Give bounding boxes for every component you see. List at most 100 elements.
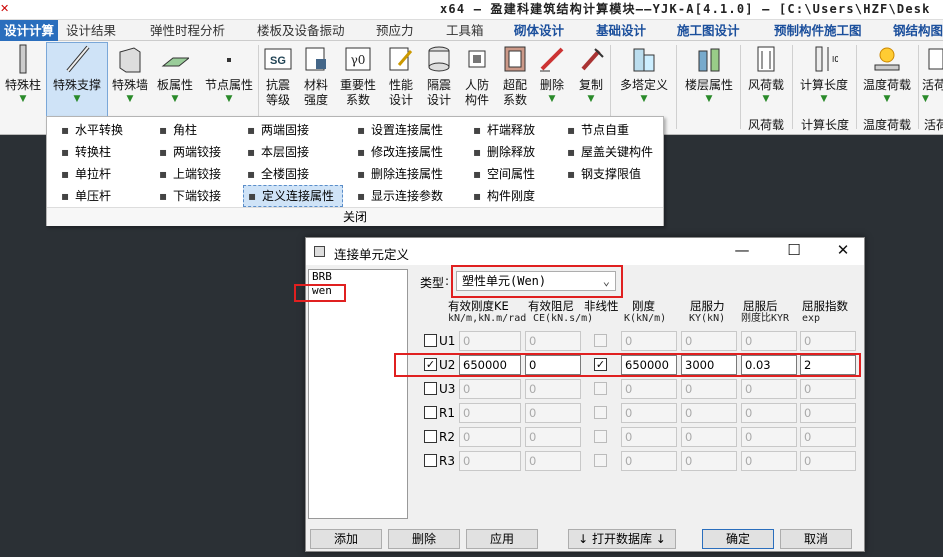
dof-value-field[interactable]: 0: [459, 379, 521, 399]
dof-value-field[interactable]: 0: [621, 331, 677, 351]
menu-steel-drawing[interactable]: 钢结构图: [893, 20, 943, 41]
menu-item-all-fixed[interactable]: ▪ 全楼固接: [243, 163, 343, 185]
menu-item-spatial[interactable]: ▪ 空间属性: [469, 163, 543, 185]
delete-link-button[interactable]: 删除: [388, 529, 460, 549]
menu-construction-drawing[interactable]: 施工图设计: [677, 20, 740, 41]
menu-item-both-fixed[interactable]: ▪ 两端固接: [243, 119, 343, 141]
nonlinear-checkbox[interactable]: [594, 382, 607, 395]
dof-value-field[interactable]: 0: [681, 403, 737, 423]
menu-prestress[interactable]: 预应力: [376, 20, 414, 41]
dof-value-field[interactable]: 0: [459, 331, 521, 351]
isolation-design-button[interactable]: 隔震 设计: [422, 43, 456, 108]
dof-value-field[interactable]: 0: [459, 403, 521, 423]
menu-design-calc[interactable]: 设计计算: [0, 20, 59, 41]
dof-checkbox[interactable]: [424, 454, 437, 467]
menu-item-tension-only[interactable]: ▪ 单拉杆: [57, 163, 131, 185]
seismic-grade-button[interactable]: SG 抗震 等级: [262, 43, 294, 108]
dof-value-field[interactable]: 0: [741, 331, 797, 351]
menu-foundation[interactable]: 基础设计: [596, 20, 646, 41]
dof-value-field[interactable]: 0: [621, 427, 677, 447]
dof-value-field[interactable]: 0: [741, 451, 797, 471]
special-brace-button[interactable]: 特殊支撑 ▼: [46, 42, 108, 117]
material-strength-button[interactable]: 材料 强度: [300, 43, 332, 108]
nonlinear-checkbox[interactable]: [594, 406, 607, 419]
nonlinear-checkbox[interactable]: [594, 454, 607, 467]
special-wall-button[interactable]: 特殊墙 ▼: [110, 43, 150, 105]
menu-item-top-hinged[interactable]: ▪ 上端铰接: [155, 163, 229, 185]
dof-value-field[interactable]: 0: [681, 427, 737, 447]
dof-checkbox[interactable]: [424, 334, 437, 347]
menu-item-node-weight[interactable]: ▪ 节点自重: [563, 119, 661, 141]
dof-value-field[interactable]: 0: [525, 403, 581, 423]
apply-button[interactable]: 应用: [466, 529, 538, 549]
dof-checkbox[interactable]: [424, 406, 437, 419]
dof-value-field[interactable]: 0: [741, 403, 797, 423]
dof-value-field[interactable]: 0: [741, 379, 797, 399]
dof-value-field[interactable]: 0: [621, 379, 677, 399]
slab-property-button[interactable]: 板属性 ▼: [154, 43, 196, 105]
menu-floor-vibration[interactable]: 楼板及设备振动: [257, 20, 345, 41]
dof-value-field[interactable]: 0: [459, 427, 521, 447]
temperature-load-button[interactable]: 温度荷载 ▼: [860, 43, 914, 105]
civil-defense-button[interactable]: 人防 构件: [460, 43, 494, 108]
menu-item-both-hinged[interactable]: ▪ 两端铰接: [155, 141, 229, 163]
dof-value-field[interactable]: 0: [525, 331, 581, 351]
floor-property-button[interactable]: 楼层属性 ▼: [682, 43, 736, 105]
dof-value-field[interactable]: 0: [800, 379, 856, 399]
menu-item-compression-only[interactable]: ▪ 单压杆: [57, 185, 131, 207]
cancel-button[interactable]: 取消: [780, 529, 852, 549]
maximize-icon[interactable]: ☐: [784, 241, 804, 259]
dof-value-field[interactable]: 0: [459, 451, 521, 471]
menu-item-floor-fixed[interactable]: ▪ 本层固接: [243, 141, 343, 163]
menu-toolbox[interactable]: 工具箱: [446, 20, 484, 41]
performance-design-button[interactable]: 性能 设计: [384, 43, 418, 108]
menu-item-show-link[interactable]: ▪ 显示连接参数: [353, 185, 451, 207]
menu-item-delete-release[interactable]: ▪ 删除释放: [469, 141, 543, 163]
dof-value-field[interactable]: 0: [525, 427, 581, 447]
dof-value-field[interactable]: 0: [621, 403, 677, 423]
dof-value-field[interactable]: 0: [800, 331, 856, 351]
menu-item-set-link[interactable]: ▪ 设置连接属性: [353, 119, 451, 141]
dof-value-field[interactable]: 0: [681, 331, 737, 351]
copy-button[interactable]: 复制 ▼: [574, 43, 608, 105]
menu-precast-drawing[interactable]: 预制构件施工图: [774, 20, 862, 41]
menu-item-horizontal-transfer[interactable]: ▪ 水平转换: [57, 119, 131, 141]
dof-value-field[interactable]: 0: [525, 379, 581, 399]
multi-tower-button[interactable]: 多塔定义 ▼: [616, 43, 672, 105]
dof-value-field[interactable]: 0: [800, 403, 856, 423]
delete-button[interactable]: 删除 ▼: [536, 43, 568, 105]
dof-value-field[interactable]: 0: [741, 427, 797, 447]
dof-value-field[interactable]: 0: [800, 427, 856, 447]
special-column-button[interactable]: 特殊柱 ▼: [2, 43, 44, 105]
menu-design-results[interactable]: 设计结果: [66, 20, 116, 41]
node-property-button[interactable]: 节点属性 ▼: [202, 43, 256, 105]
dof-value-field[interactable]: 0: [681, 451, 737, 471]
add-button[interactable]: 添加: [310, 529, 382, 549]
menu-item-bottom-hinged[interactable]: ▪ 下端铰接: [155, 185, 229, 207]
menu-item-roof-key[interactable]: ▪ 屋盖关键构件: [563, 141, 661, 163]
dof-value-field[interactable]: 0: [681, 379, 737, 399]
dof-checkbox[interactable]: [424, 382, 437, 395]
menu-item-steel-brace-limit[interactable]: ▪ 钢支撑限值: [563, 163, 661, 185]
menu-item-modify-link[interactable]: ▪ 修改连接属性: [353, 141, 451, 163]
over-reinforce-button[interactable]: 超配 系数: [498, 43, 532, 108]
menu-item-end-release[interactable]: ▪ 杆端释放: [469, 119, 543, 141]
dof-value-field[interactable]: 0: [525, 451, 581, 471]
menu-item-stiffness[interactable]: ▪ 构件刚度: [469, 185, 543, 207]
menu-item-define-link[interactable]: ▪ 定义连接属性: [243, 185, 344, 207]
nonlinear-checkbox[interactable]: [594, 334, 607, 347]
menu-time-history[interactable]: 弹性时程分析: [150, 20, 225, 41]
list-item[interactable]: BRB: [309, 270, 407, 284]
menu-masonry[interactable]: 砌体设计: [514, 20, 564, 41]
minimize-icon[interactable]: —: [732, 241, 752, 259]
open-database-button[interactable]: ↓ 打开数据库 ↓: [568, 529, 676, 549]
wind-load-button[interactable]: 风荷载 ▼: [744, 43, 788, 105]
dof-checkbox[interactable]: [424, 430, 437, 443]
importance-factor-button[interactable]: γ0 重要性 系数: [338, 43, 378, 108]
menu-item-delete-link[interactable]: ▪ 删除连接属性: [353, 163, 451, 185]
dropdown-close-button[interactable]: 关闭: [47, 207, 663, 226]
dof-value-field[interactable]: 0: [800, 451, 856, 471]
nonlinear-checkbox[interactable]: [594, 430, 607, 443]
calc-length-button[interactable]: l0 计算长度 ▼: [798, 43, 850, 105]
menu-item-corner-column[interactable]: ▪ 角柱: [155, 119, 229, 141]
